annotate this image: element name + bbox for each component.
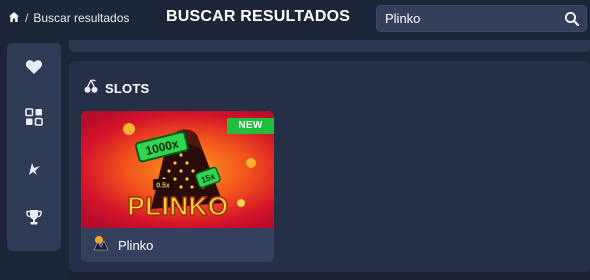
breadcrumb: / Buscar resultados	[8, 10, 129, 26]
breadcrumb-current: Buscar resultados	[33, 11, 130, 25]
game-card-footer: Plinko	[81, 228, 274, 262]
game-card-plinko[interactable]: 1000x 15x 0.5x PLINKO NEW Plinko	[81, 111, 274, 262]
section-title: SLOTS	[105, 81, 150, 96]
sidebar	[7, 43, 61, 251]
sidebar-item-all-games[interactable]	[20, 105, 48, 133]
cherries-icon	[83, 78, 99, 99]
home-icon[interactable]	[8, 11, 20, 26]
plinko-logo: PLINKO	[127, 191, 228, 221]
multiplier-0-5x: 0.5x	[156, 183, 170, 190]
page-title: BUSCAR RESULTADOS	[166, 8, 351, 25]
results-panel: SLOTS 1000x 15x 0.5x PLINKO NEW Plinko	[69, 61, 590, 272]
search-box	[376, 5, 587, 32]
search-input[interactable]	[377, 6, 557, 31]
provider-logo-icon	[92, 234, 110, 257]
panel-bottom-edge	[69, 272, 590, 280]
trophy-icon	[25, 208, 43, 231]
sidebar-item-crash[interactable]	[20, 156, 48, 184]
search-icon[interactable]	[564, 11, 580, 27]
sidebar-item-favorites[interactable]	[20, 55, 48, 83]
rocket-icon	[25, 159, 43, 182]
results-top-strip	[69, 40, 590, 52]
sidebar-item-tournaments[interactable]	[20, 205, 48, 233]
game-thumbnail: 1000x 15x 0.5x PLINKO NEW	[81, 111, 274, 228]
heart-icon	[25, 59, 43, 80]
new-badge: NEW	[227, 118, 274, 134]
grid-icon	[25, 107, 43, 131]
breadcrumb-separator: /	[25, 11, 29, 25]
game-name[interactable]: Plinko	[118, 238, 153, 253]
section-header: SLOTS	[83, 78, 149, 99]
